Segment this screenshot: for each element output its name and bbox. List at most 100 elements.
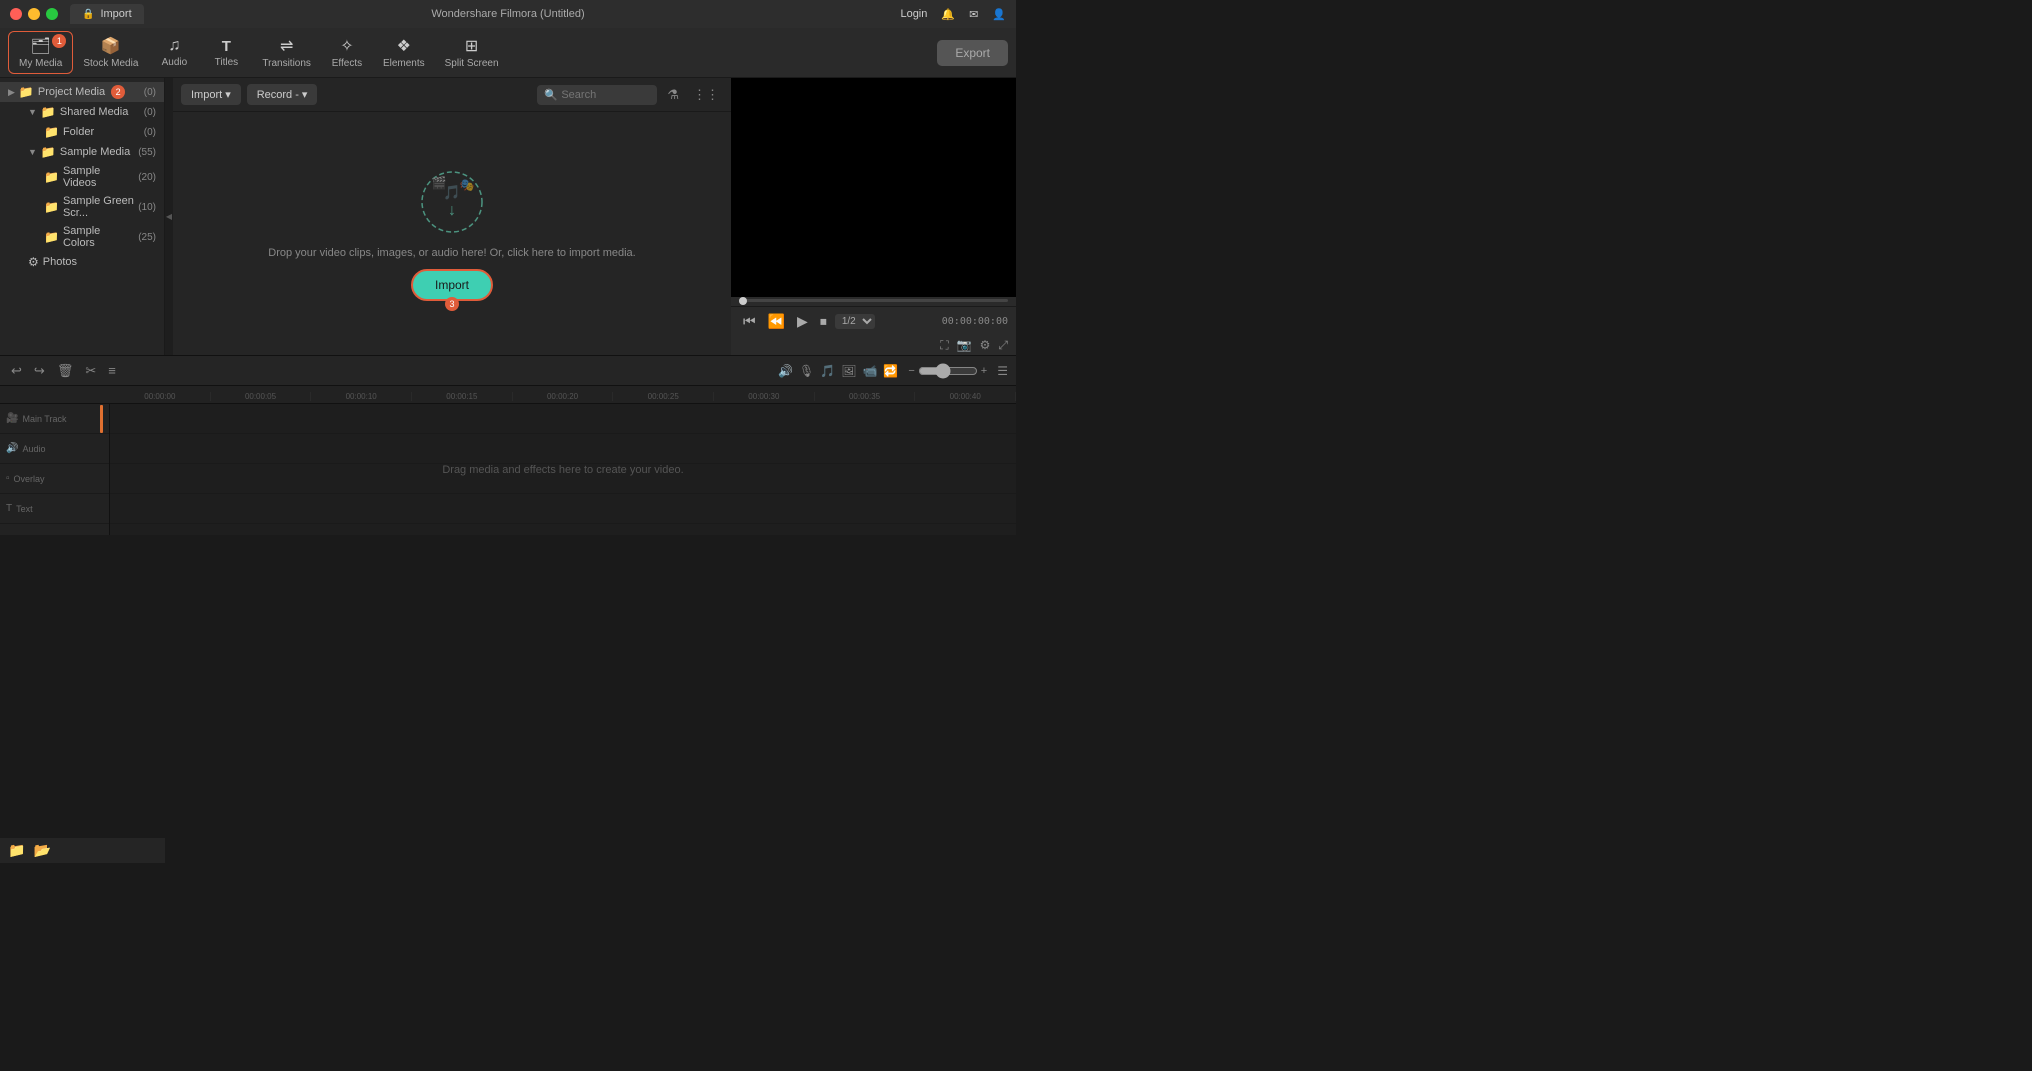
sidebar-item-photos[interactable]: ⚙ Photos: [0, 252, 164, 272]
close-button[interactable]: [10, 8, 22, 20]
sidebar-item-folder[interactable]: 📁 Folder (0): [0, 122, 164, 142]
ruler-col-8: 00:00:40: [915, 392, 1016, 401]
zoom-slider[interactable]: [918, 363, 978, 379]
tool-effects[interactable]: ✧ Effects: [321, 32, 373, 73]
sidebar: ▶ 📁 Project Media 2 (0) ▼ 📁 Shared Media…: [0, 78, 165, 355]
timeline-tool-6[interactable]: 🔁: [883, 364, 898, 378]
minimize-button[interactable]: [28, 8, 40, 20]
ruler-col-7: 00:00:35: [815, 392, 916, 401]
timeline-tool-2[interactable]: 🎙: [799, 364, 814, 378]
drop-zone-icon: 🎵 🎬 🎭 ↓: [417, 167, 487, 237]
track-label-2: ▫ Overlay: [0, 464, 109, 494]
align-button[interactable]: ≡: [105, 361, 119, 380]
zoom-in-icon[interactable]: +: [981, 365, 987, 377]
search-wrap: 🔍: [537, 85, 657, 105]
settings-icon[interactable]: ⚙: [980, 338, 991, 353]
cut-button[interactable]: ✂: [82, 361, 99, 381]
record-dropdown-button[interactable]: Record - ▾: [247, 84, 318, 105]
svg-text:↓: ↓: [448, 202, 456, 219]
photos-icon: ⚙: [28, 255, 39, 269]
split-screen-icon: ⊞: [465, 36, 478, 56]
ruler-col-0: 00:00:00: [110, 392, 211, 401]
user-icon[interactable]: 👤: [992, 8, 1006, 21]
tool-my-media[interactable]: 🗂 My Media 1: [8, 31, 73, 74]
track-icon-1: 🔊: [6, 443, 18, 454]
snapshot-icon[interactable]: 📷: [957, 338, 972, 353]
sidebar-item-shared-media[interactable]: ▼ 📁 Shared Media (0): [0, 102, 164, 122]
audio-icon: ♫: [168, 37, 180, 55]
maximize-button[interactable]: [46, 8, 58, 20]
project-media-badge: 2: [111, 85, 125, 99]
notification-icon[interactable]: 🔔: [941, 8, 955, 21]
tool-audio[interactable]: ♫ Audio: [148, 33, 200, 72]
ruler-col-1: 00:00:05: [211, 392, 312, 401]
tool-elements[interactable]: ❖ Elements: [373, 32, 435, 73]
sidebar-label-sample-videos: Sample Videos: [63, 165, 134, 189]
stock-media-icon: 📦: [101, 36, 121, 56]
login-label[interactable]: Login: [900, 8, 927, 20]
tool-split-screen[interactable]: ⊞ Split Screen: [435, 32, 509, 73]
sidebar-label-folder: Folder: [63, 126, 94, 138]
preview-stop[interactable]: ⏹: [816, 311, 831, 332]
tab-label: Import: [100, 8, 131, 20]
track-label-1: 🔊 Audio: [0, 434, 109, 464]
fullscreen-icon[interactable]: ⛶: [940, 338, 948, 353]
project-media-count: (0): [144, 87, 156, 98]
import-dropdown-button[interactable]: Import ▾: [181, 84, 241, 105]
filter-icon[interactable]: ⚗: [663, 85, 683, 105]
mail-icon[interactable]: ✉: [969, 8, 978, 21]
ruler-col-4: 00:00:20: [513, 392, 614, 401]
chevron-right-icon: ▶: [8, 87, 15, 98]
sidebar-item-project-media[interactable]: ▶ 📁 Project Media 2 (0): [0, 82, 164, 102]
import-badge: 3: [445, 297, 459, 311]
orange-bar: [100, 405, 103, 433]
import-chevron-icon: ▾: [225, 88, 231, 101]
sidebar-label-sample-colors: Sample Colors: [63, 225, 134, 249]
timeline-tool-1[interactable]: 🔊: [778, 364, 793, 378]
grid-view-icon[interactable]: ⋮⋮: [689, 85, 723, 105]
media-toolbar: Import ▾ Record - ▾ 🔍 ⚗ ⋮⋮: [173, 78, 731, 112]
sample-green-count: (10): [138, 202, 156, 213]
timeline-ruler: 00:00:00 00:00:05 00:00:10 00:00:15 00:0…: [0, 386, 1016, 404]
timeline-tool-4[interactable]: 🖼: [841, 364, 856, 378]
sidebar-item-sample-colors[interactable]: 📁 Sample Colors (25): [0, 222, 164, 252]
tool-transitions[interactable]: ⇌ Transitions: [252, 32, 321, 73]
sidebar-label-sample-media: Sample Media: [60, 146, 130, 158]
ruler-col-2: 00:00:10: [311, 392, 412, 401]
timeline-tool-5[interactable]: 📹: [862, 364, 877, 378]
tool-titles[interactable]: T Titles: [200, 34, 252, 72]
zoom-out-icon[interactable]: −: [908, 365, 914, 377]
lock-icon: 🔒: [82, 9, 94, 20]
effects-icon: ✧: [340, 36, 353, 56]
sidebar-label-photos: Photos: [43, 256, 77, 268]
preview-rewind[interactable]: ⏪: [764, 311, 789, 332]
undo-button[interactable]: ↩: [8, 361, 25, 381]
sidebar-label-project-media: Project Media: [38, 86, 105, 98]
sidebar-item-sample-videos[interactable]: 📁 Sample Videos (20): [0, 162, 164, 192]
shared-media-count: (0): [144, 107, 156, 118]
preview-skip-back[interactable]: ⏮: [739, 311, 760, 332]
timeline-tool-3[interactable]: 🎵: [820, 364, 835, 378]
import-label: Import: [191, 89, 222, 101]
import-tab[interactable]: 🔒 Import: [70, 4, 144, 24]
sidebar-item-sample-media[interactable]: ▼ 📁 Sample Media (55): [0, 142, 164, 162]
resize-handle[interactable]: [165, 78, 173, 355]
redo-button[interactable]: ↪: [31, 361, 48, 381]
export-button[interactable]: Export: [937, 40, 1008, 66]
media-panel: Import ▾ Record - ▾ 🔍 ⚗ ⋮⋮ 🎵 🎬 🎭 ↓: [173, 78, 731, 355]
timeline-empty-message: Drag media and effects here to create yo…: [442, 464, 683, 476]
preview-panel: ⏮ ⏪ ▶ ⏹ 1/2 1/4 1 00:00:00:00 ⛶ 📷 ⚙ ⤢: [731, 78, 1016, 355]
app-title: Wondershare Filmora (Untitled): [431, 8, 584, 20]
sidebar-item-sample-green-scr[interactable]: 📁 Sample Green Scr... (10): [0, 192, 164, 222]
track-label-3: T Text: [0, 494, 109, 524]
expand-icon[interactable]: ⤢: [998, 338, 1008, 353]
delete-button[interactable]: 🗑: [54, 361, 77, 381]
tool-stock-media[interactable]: 📦 Stock Media: [73, 32, 148, 73]
list-view-icon[interactable]: ☰: [997, 364, 1008, 378]
preview-play[interactable]: ▶: [793, 311, 812, 332]
main-area: ▶ 📁 Project Media 2 (0) ▼ 📁 Shared Media…: [0, 78, 1016, 355]
preview-screen: [731, 78, 1016, 297]
track-area[interactable]: Drag media and effects here to create yo…: [110, 404, 1016, 535]
speed-selector[interactable]: 1/2 1/4 1: [835, 314, 875, 329]
sample-videos-count: (20): [138, 172, 156, 183]
